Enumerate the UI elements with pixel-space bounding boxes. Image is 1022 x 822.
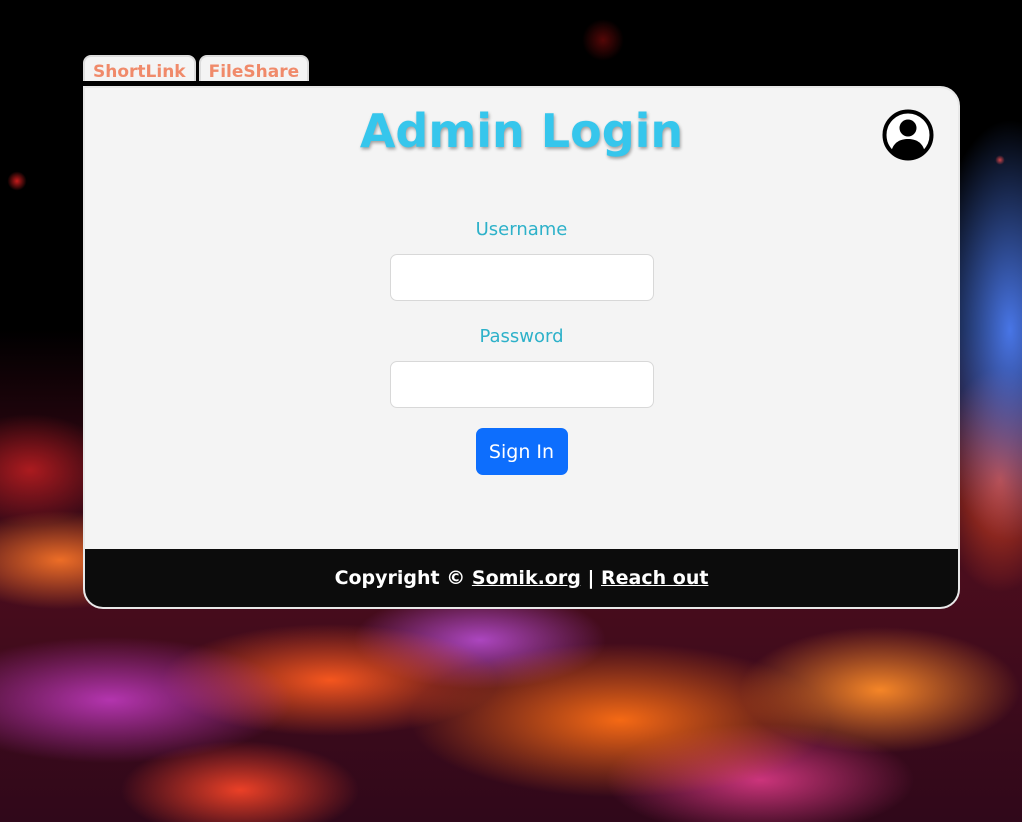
- copyright-text: Copyright ©: [334, 567, 466, 589]
- footer-separator: |: [587, 567, 595, 589]
- footer: Copyright © Somik.org | Reach out: [85, 549, 958, 607]
- username-field[interactable]: [389, 254, 654, 301]
- app-tabs: ShortLink FileShare: [83, 55, 310, 82]
- tab-fileshare[interactable]: FileShare: [198, 55, 310, 82]
- site-link[interactable]: Somik.org: [472, 567, 581, 589]
- reach-out-link[interactable]: Reach out: [601, 567, 708, 589]
- page-title: Admin Login: [359, 104, 684, 158]
- account-circle-icon[interactable]: [882, 109, 934, 161]
- sign-in-button[interactable]: Sign In: [475, 428, 568, 475]
- password-field[interactable]: [389, 361, 654, 408]
- tab-shortlink[interactable]: ShortLink: [83, 55, 196, 82]
- password-label: Password: [479, 326, 564, 347]
- login-form: Username Password Sign In: [85, 218, 958, 475]
- login-card: Admin Login Username Password Sign In Co…: [83, 86, 960, 609]
- username-label: Username: [475, 219, 568, 240]
